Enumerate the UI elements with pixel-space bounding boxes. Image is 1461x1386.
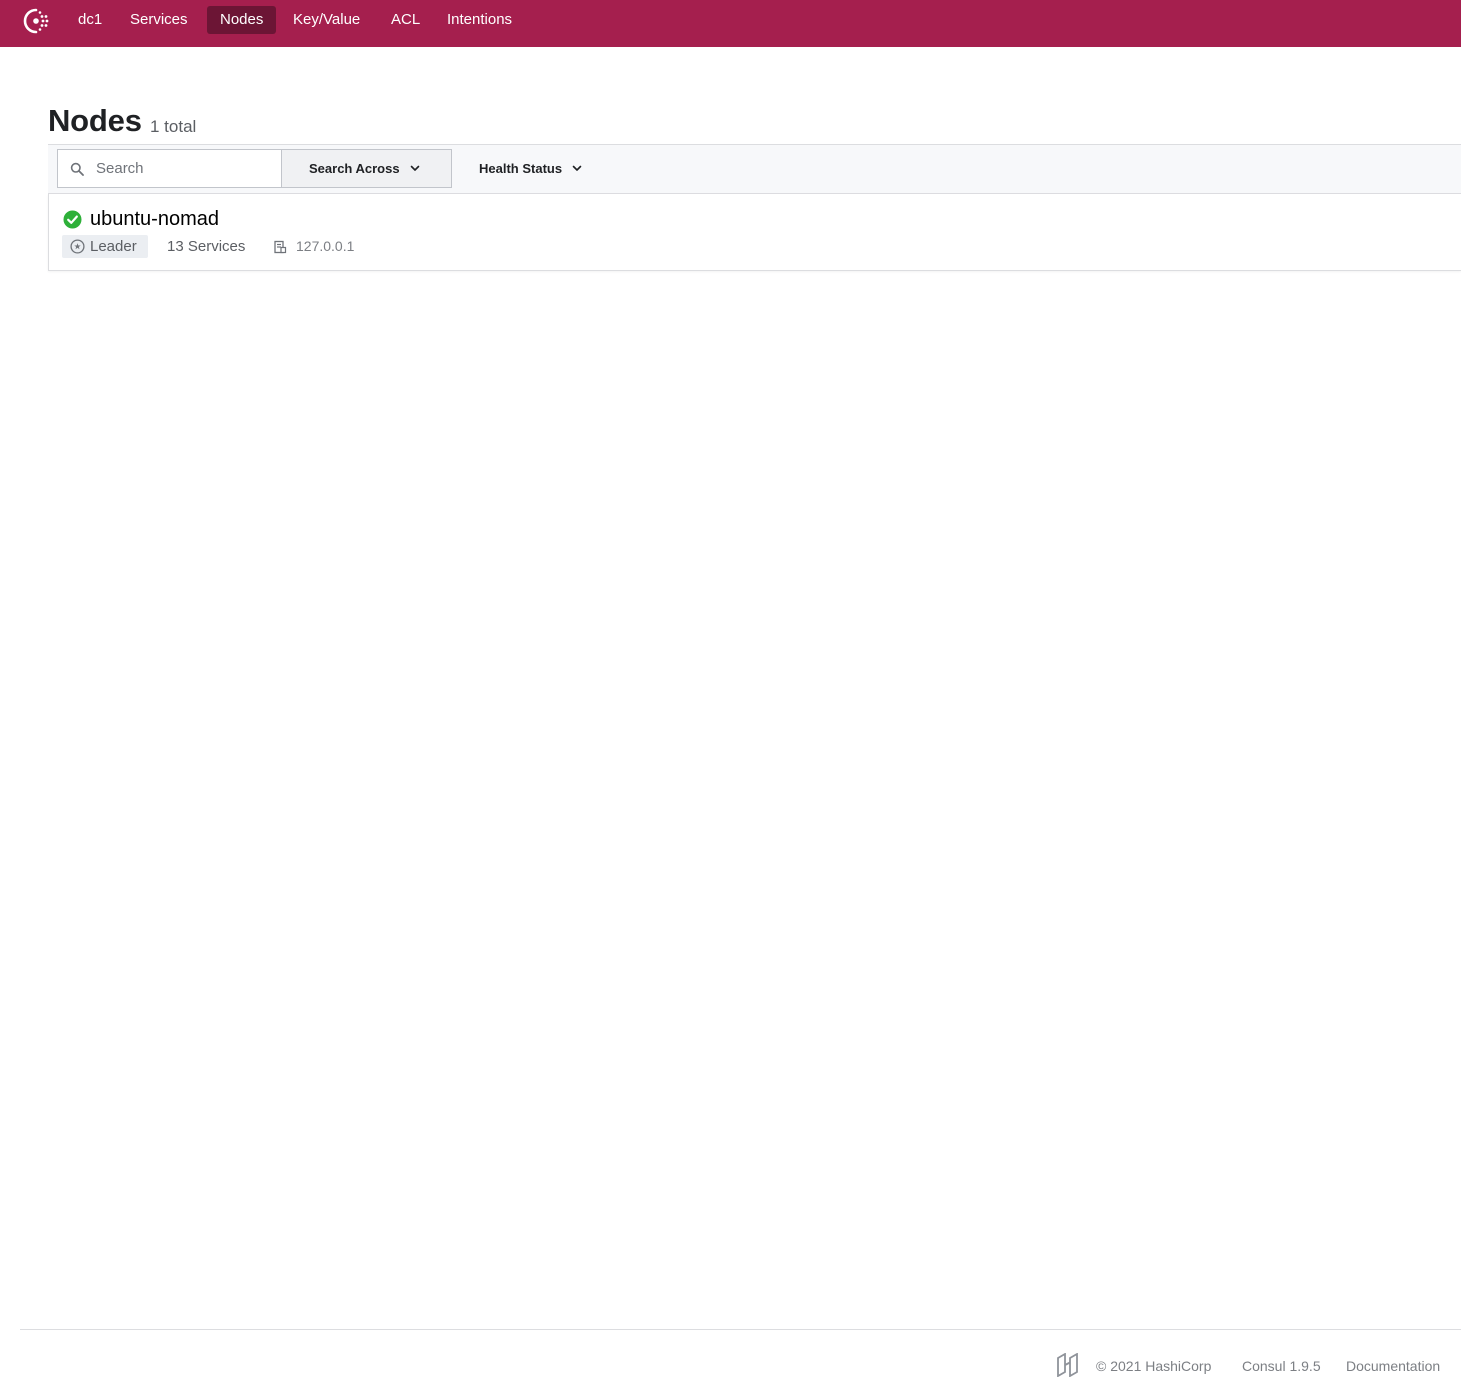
footer-copyright: © 2021 HashiCorp <box>1096 1358 1212 1374</box>
leader-label: Leader <box>90 238 137 255</box>
leader-badge: Leader <box>62 235 148 258</box>
health-status-dropdown[interactable]: Health Status <box>468 149 582 188</box>
footer-divider <box>20 1329 1461 1330</box>
health-status-label: Health Status <box>479 161 563 176</box>
nav-item-nodes[interactable]: Nodes <box>207 6 277 34</box>
leader-star-icon <box>70 239 85 254</box>
search-across-label: Search Across <box>309 161 400 176</box>
chevron-down-icon <box>572 165 582 171</box>
node-name[interactable]: ubuntu-nomad <box>90 208 219 231</box>
search-icon <box>70 162 84 176</box>
chevron-down-icon <box>410 165 419 171</box>
nav-item-acl[interactable]: ACL <box>378 6 433 34</box>
nav-item-services[interactable]: Services <box>117 6 201 34</box>
node-list-item[interactable]: ubuntu-nomad Leader 13 Services 127.0.0.… <box>48 194 1461 271</box>
services-count: 13 Services <box>167 238 246 255</box>
filter-bar: Search Across Health Status <box>48 144 1461 194</box>
footer-version-link[interactable]: Consul 1.9.5 <box>1242 1358 1321 1374</box>
consul-logo-icon[interactable] <box>20 7 53 35</box>
search-input[interactable] <box>96 156 276 181</box>
search-box[interactable] <box>57 149 282 188</box>
hashicorp-logo-icon[interactable] <box>1056 1353 1079 1377</box>
total-count: 1 total <box>150 117 197 136</box>
footer-documentation-link[interactable]: Documentation <box>1346 1358 1440 1374</box>
top-navigation: dc1 Services Nodes Key/Value ACL Intenti… <box>0 0 1461 47</box>
nav-item-intentions[interactable]: Intentions <box>434 6 525 34</box>
health-passing-icon <box>63 210 82 229</box>
address-icon <box>274 240 287 254</box>
nav-item-key-value[interactable]: Key/Value <box>280 6 373 34</box>
node-address: 127.0.0.1 <box>296 238 355 254</box>
search-across-dropdown[interactable]: Search Across <box>281 149 452 188</box>
datacenter-selector[interactable]: dc1 <box>65 6 115 34</box>
page-title: Nodes <box>48 103 142 138</box>
